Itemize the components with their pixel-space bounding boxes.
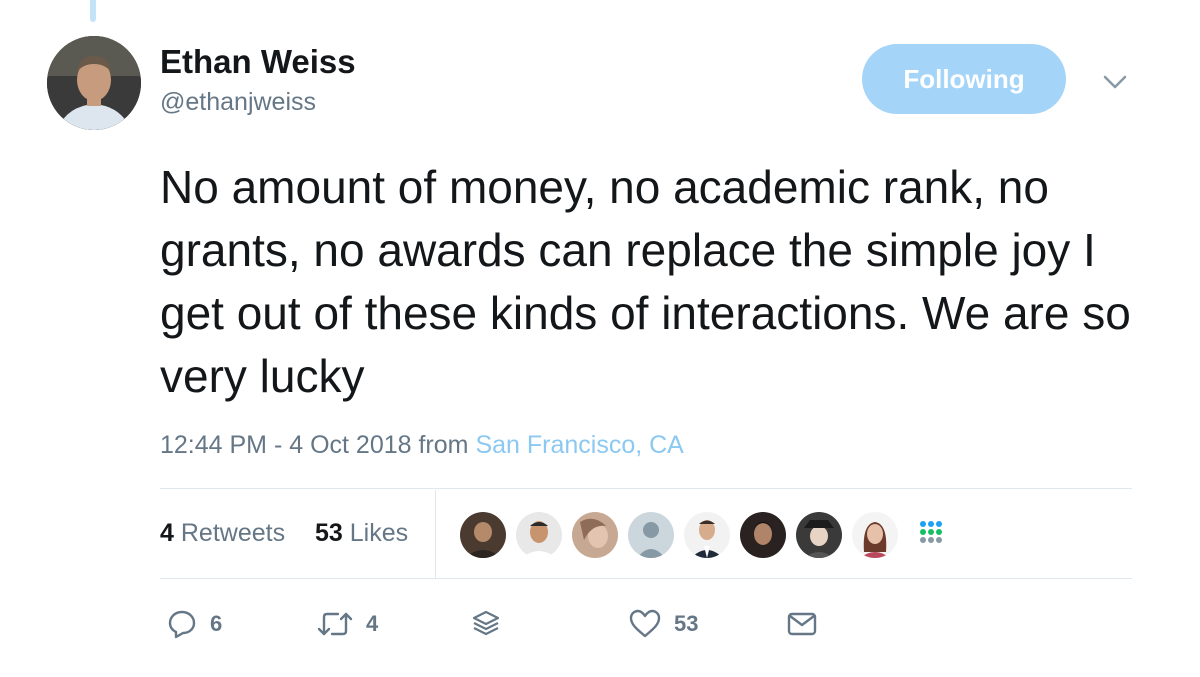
from-label: from xyxy=(418,431,469,459)
following-button[interactable]: Following xyxy=(862,44,1066,114)
reply-count: 6 xyxy=(210,611,223,636)
thread-connector-line xyxy=(90,0,96,22)
stats-vertical-divider xyxy=(435,490,436,578)
dots-grid-icon[interactable] xyxy=(918,519,948,549)
liker-avatar[interactable] xyxy=(460,512,506,558)
retweets-count: 4 xyxy=(160,519,174,547)
reply-button[interactable]: 6 xyxy=(166,604,222,644)
tweet-text: No amount of money, no academic rank, no… xyxy=(160,161,1131,402)
envelope-icon xyxy=(787,612,817,636)
heart-icon xyxy=(629,609,661,638)
author-display-name[interactable]: Ethan Weiss xyxy=(160,42,356,82)
tweet-metadata: 12:44 PM - 4 Oct 2018 from San Francisco… xyxy=(160,428,684,462)
liker-avatar[interactable] xyxy=(684,512,730,558)
liker-avatar[interactable] xyxy=(516,512,562,558)
liker-avatar[interactable] xyxy=(796,512,842,558)
like-count: 53 xyxy=(674,611,699,636)
tweet-location-link[interactable]: San Francisco, CA xyxy=(475,431,683,459)
reply-icon xyxy=(168,610,196,639)
layers-icon xyxy=(472,610,500,636)
retweet-button[interactable]: 4 xyxy=(316,604,378,644)
author-avatar[interactable] xyxy=(47,36,141,130)
liker-avatar[interactable] xyxy=(852,512,898,558)
likes-count: 53 xyxy=(315,519,343,547)
retweet-count: 4 xyxy=(366,611,379,636)
retweet-icon xyxy=(317,612,353,636)
retweets-stat[interactable]: 4 Retweets xyxy=(160,516,285,550)
liker-avatar[interactable] xyxy=(740,512,786,558)
likes-label: Likes xyxy=(349,519,409,547)
likes-stat[interactable]: 53 Likes xyxy=(315,516,408,550)
direct-message-button[interactable] xyxy=(786,604,818,644)
liker-avatar-default[interactable] xyxy=(628,512,674,558)
retweets-label: Retweets xyxy=(180,519,286,547)
stats-bottom-divider xyxy=(160,578,1132,579)
tweet-timestamp[interactable]: 12:44 PM - 4 Oct 2018 xyxy=(160,431,412,459)
author-handle[interactable]: @ethanjweiss xyxy=(160,86,316,118)
liker-avatar[interactable] xyxy=(572,512,618,558)
like-button[interactable]: 53 xyxy=(628,604,698,644)
layers-button[interactable] xyxy=(470,604,502,644)
stats-top-divider xyxy=(160,488,1132,489)
chevron-down-icon[interactable] xyxy=(1100,70,1130,94)
